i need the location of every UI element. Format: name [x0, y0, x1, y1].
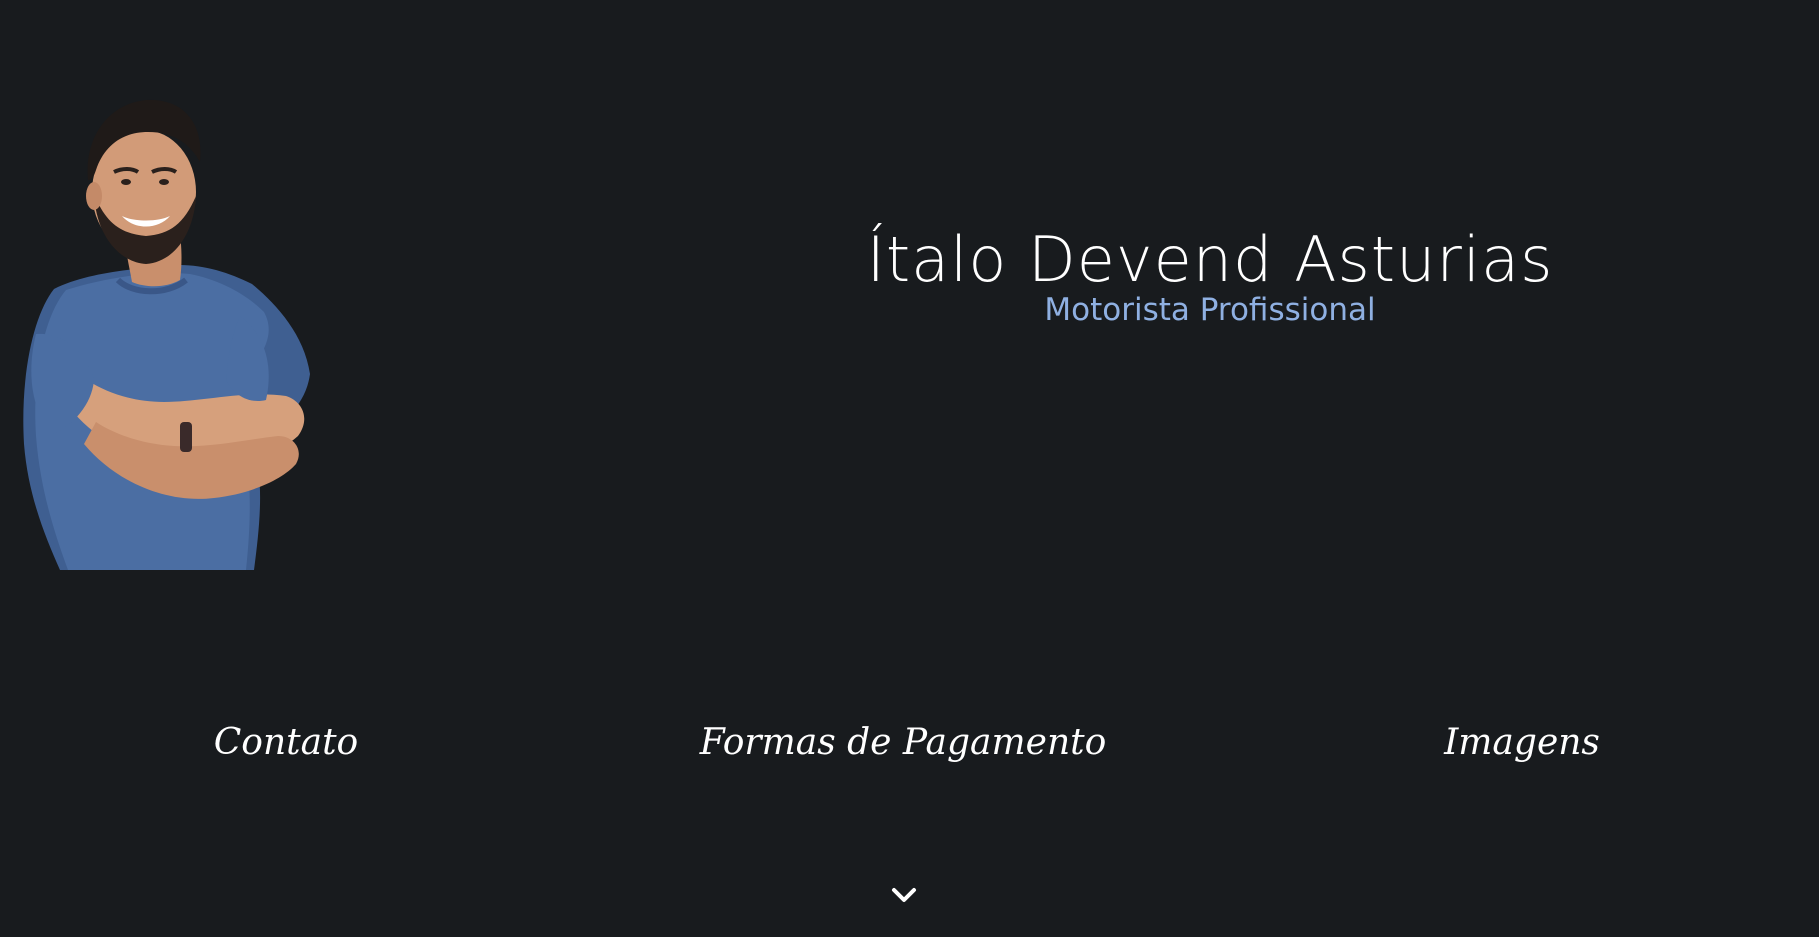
main-nav: Contato Formas de Pagamento Imagens [0, 722, 1819, 778]
hero-heading: Ítalo Devend Asturias Motorista Profissi… [760, 223, 1660, 329]
person-portrait-icon [23, 99, 310, 570]
nav-link-formas-de-pagamento[interactable]: Formas de Pagamento [700, 722, 1107, 763]
nav-link-imagens[interactable]: Imagens [1444, 722, 1600, 763]
person-name: Ítalo Devend Asturias [866, 223, 1554, 296]
person-role: Motorista Profissional [1044, 292, 1376, 329]
profile-photo [14, 84, 324, 570]
scroll-down-button[interactable] [889, 884, 919, 908]
chevron-down-icon [892, 888, 916, 902]
landing-page: Ítalo Devend Asturias Motorista Profissi… [0, 0, 1819, 937]
nav-link-contato[interactable]: Contato [214, 722, 358, 763]
